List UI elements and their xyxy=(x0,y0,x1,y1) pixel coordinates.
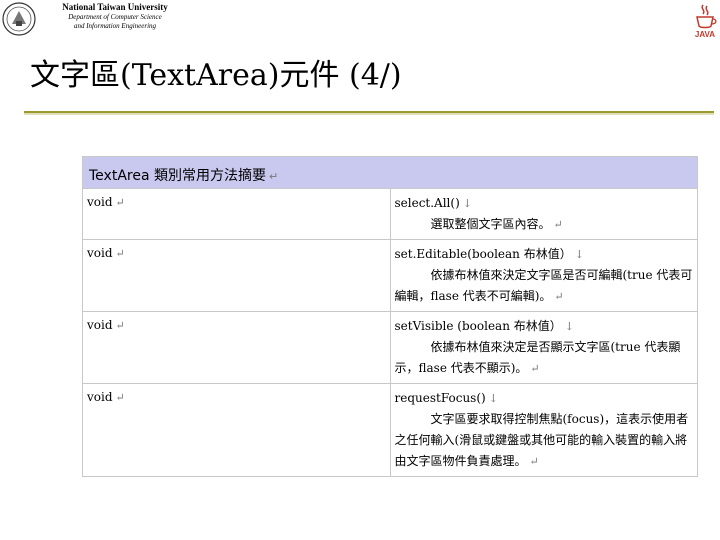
return-type-cell: void ↵ xyxy=(82,383,391,477)
university-seal-icon xyxy=(2,2,36,36)
return-mark-icon: ↵ xyxy=(268,170,279,183)
return-type: void xyxy=(87,318,113,332)
method-description: 依據布林值來決定文字區是否可編輯(true 代表可編輯，flase 代表不可編輯… xyxy=(394,268,693,303)
department-line-2: and Information Engineering xyxy=(73,22,157,30)
method-cell: select.All() ↓ 選取整個文字區內容。 ↵ xyxy=(389,188,698,240)
method-cell: setVisible (boolean 布林值） ↓ 依據布林值來決定是否顯示文字… xyxy=(389,311,698,384)
return-mark-icon: ↵ xyxy=(115,196,125,209)
return-mark-icon: ↵ xyxy=(553,218,563,231)
return-mark-icon: ↵ xyxy=(115,391,125,404)
method-summary-table: TextArea 類別常用方法摘要 ↵ void ↵ select.All() ↓ 選… xyxy=(82,156,698,477)
table-row: void ↵ set.Editable(boolean 布林值） ↓ 依據布林值來決… xyxy=(82,239,698,312)
method-signature: set.Editable(boolean 布林值） xyxy=(394,247,572,261)
title-underline xyxy=(24,111,714,115)
return-type-cell: void ↵ xyxy=(82,311,391,384)
department-line-1: Department of Computer Science xyxy=(68,13,162,21)
return-mark-icon: ↵ xyxy=(554,290,564,303)
return-mark-icon: ↵ xyxy=(115,319,125,332)
return-mark-icon: ↵ xyxy=(530,362,540,375)
java-logo-text: JAVA xyxy=(695,30,715,39)
return-mark-icon: ↵ xyxy=(529,455,539,468)
method-cell: set.Editable(boolean 布林值） ↓ 依據布林值來決定文字區是否… xyxy=(389,239,698,312)
return-type: void xyxy=(87,246,113,260)
slide-header: National Taiwan University Department of… xyxy=(0,0,720,48)
table-row: void ↵ setVisible (boolean 布林值） ↓ 依據布林值來決定… xyxy=(82,311,698,384)
return-type-cell: void ↵ xyxy=(82,239,391,312)
table-row: void ↵ select.All() ↓ 選取整個文字區內容。 ↵ xyxy=(82,188,698,240)
line-break-mark-icon: ↓ xyxy=(574,248,584,261)
return-type: void xyxy=(87,195,113,209)
table-heading: TextArea 類別常用方法摘要 xyxy=(89,168,266,184)
line-break-mark-icon: ↓ xyxy=(564,320,574,333)
return-type-cell: void ↵ xyxy=(82,188,391,240)
method-cell: requestFocus() ↓ 文字區要求取得控制焦點(focus)，這表示使用… xyxy=(389,383,698,477)
table-heading-row: TextArea 類別常用方法摘要 ↵ xyxy=(82,156,698,189)
line-break-mark-icon: ↓ xyxy=(462,197,472,210)
return-mark-icon: ↵ xyxy=(115,247,125,260)
return-type: void xyxy=(87,390,113,404)
line-break-mark-icon: ↓ xyxy=(488,392,498,405)
slide-title: 文字區(TextArea)元件 (4/) xyxy=(30,58,402,93)
method-description: 文字區要求取得控制焦點(focus)，這表示使用者之任何輸入(滑鼠或鍵盤或其他可… xyxy=(394,412,689,468)
table-row: void ↵ requestFocus() ↓ 文字區要求取得控制焦點(focus)… xyxy=(82,383,698,477)
method-signature: requestFocus() xyxy=(394,391,486,405)
method-signature: select.All() xyxy=(394,196,460,210)
table-heading-cell: TextArea 類別常用方法摘要 ↵ xyxy=(82,156,698,189)
java-logo-icon: JAVA xyxy=(695,4,717,39)
method-description: 選取整個文字區內容。 xyxy=(430,217,551,231)
method-signature: setVisible (boolean 布林值） xyxy=(394,319,562,333)
university-name: National Taiwan University xyxy=(62,2,168,12)
